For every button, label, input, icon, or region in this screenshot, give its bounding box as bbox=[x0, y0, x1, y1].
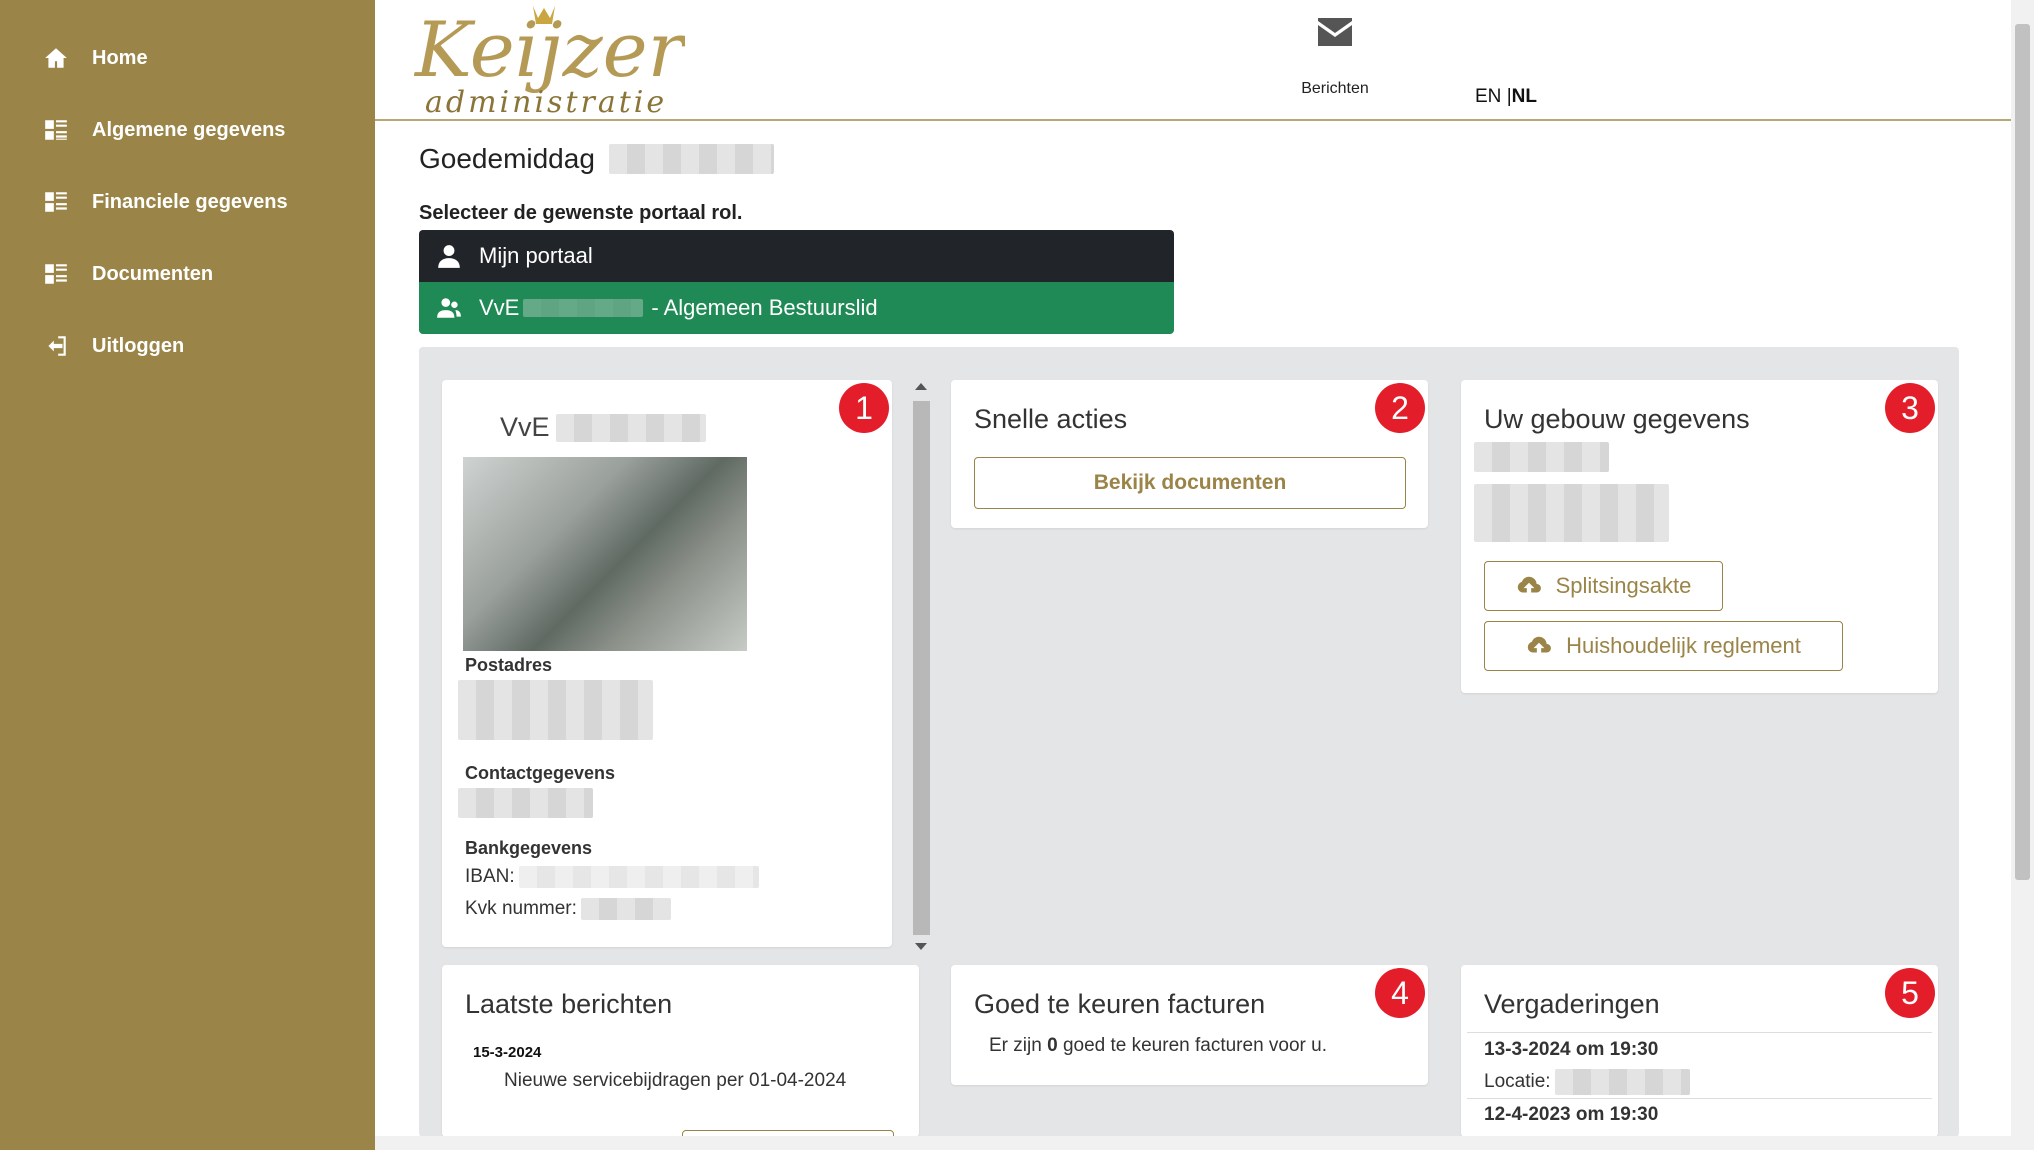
scroll-down-arrow[interactable] bbox=[915, 943, 927, 950]
cloud-download-icon bbox=[1527, 636, 1552, 653]
contact-label: Contactgegevens bbox=[465, 763, 616, 783]
scroll-up-arrow[interactable] bbox=[915, 383, 927, 390]
laatste-berichten-card: Laatste berichten 15-3-2024 Nieuwe servi… bbox=[442, 965, 919, 1137]
user-icon bbox=[419, 243, 479, 269]
logout-icon bbox=[42, 332, 70, 360]
dashboard: 1 VvE Postadres Contactgegevens Bankgege… bbox=[419, 347, 1959, 1137]
sidebar-item-label: Uitloggen bbox=[92, 334, 185, 357]
role-suffix: - Algemeen Bestuurslid bbox=[651, 295, 878, 320]
berichten-title: Laatste berichten bbox=[465, 989, 673, 1019]
redacted-vve-title bbox=[555, 413, 706, 442]
facturen-card: 4 Goed te keuren facturen Er zijn 0 goed… bbox=[951, 965, 1428, 1085]
vergaderingen-card: 5 Vergaderingen 13-3-2024 om 19:30 Locat… bbox=[1461, 965, 1938, 1137]
meeting-datetime[interactable]: 13-3-2024 om 19:30 bbox=[1484, 1039, 1658, 1061]
envelope-icon bbox=[1318, 18, 1352, 46]
kvk-label: Kvk nummer: bbox=[465, 898, 577, 919]
building-photo bbox=[463, 457, 747, 651]
huishoudelijk-reglement-label: Huishoudelijk reglement bbox=[1566, 633, 1801, 658]
page-scroll-thumb[interactable] bbox=[2015, 24, 2030, 880]
postadres-label: Postadres bbox=[465, 655, 553, 675]
messages-button[interactable]: Berichten bbox=[1280, 18, 1390, 98]
messages-label: Berichten bbox=[1301, 80, 1369, 97]
message-subject[interactable]: Nieuwe servicebijdragen per 01-04-2024 bbox=[504, 1065, 874, 1097]
horizontal-scrollbar[interactable] bbox=[375, 1136, 2011, 1150]
sidebar-item-uitloggen[interactable]: Uitloggen bbox=[42, 326, 184, 366]
sidebar-item-label: Documenten bbox=[92, 262, 214, 285]
sidebar-item-documenten[interactable]: Documenten bbox=[42, 254, 213, 294]
splitsingsakte-button[interactable]: Splitsingsakte bbox=[1484, 561, 1723, 611]
sidebar-item-algemene-gegevens[interactable]: Algemene gegevens bbox=[42, 110, 285, 150]
redacted-username bbox=[608, 144, 774, 174]
list-icon bbox=[42, 188, 70, 216]
facturen-text-after: goed te keuren facturen voor u. bbox=[1062, 1035, 1327, 1056]
redacted-contact bbox=[458, 788, 593, 818]
redacted-locatie bbox=[1554, 1069, 1690, 1095]
home-icon bbox=[42, 44, 70, 72]
language-switch: EN |NL bbox=[1475, 86, 1537, 108]
badge-2: 2 bbox=[1375, 383, 1425, 433]
list-icon bbox=[42, 260, 70, 288]
facturen-title: Goed te keuren facturen bbox=[974, 989, 1266, 1019]
vve-title-prefix: VvE bbox=[500, 412, 550, 442]
facturen-count: 0 bbox=[1047, 1035, 1058, 1056]
bekijk-documenten-button[interactable]: Bekijk documenten bbox=[974, 457, 1406, 509]
sidebar-item-label: Financiele gegevens bbox=[92, 190, 288, 213]
snelle-acties-title: Snelle acties bbox=[974, 404, 1128, 434]
badge-1: 1 bbox=[839, 383, 889, 433]
meeting-datetime[interactable]: 12-4-2023 om 19:30 bbox=[1484, 1104, 1658, 1126]
sidebar-item-financiele-gegevens[interactable]: Financiele gegevens bbox=[42, 182, 288, 222]
iban-label: IBAN: bbox=[465, 866, 515, 887]
role-selection-title: Selecteer de gewenste portaal rol. bbox=[419, 202, 743, 224]
bank-label: Bankgegevens bbox=[465, 838, 593, 858]
card-scrollbar[interactable] bbox=[911, 383, 931, 953]
redacted-postadres bbox=[458, 680, 653, 740]
vergaderingen-title: Vergaderingen bbox=[1484, 989, 1660, 1019]
svg-text:administratie: administratie bbox=[425, 85, 667, 120]
kvk-row: Kvk nummer: bbox=[465, 898, 671, 920]
scroll-thumb[interactable] bbox=[913, 401, 930, 935]
gebouw-title: Uw gebouw gegevens bbox=[1484, 404, 1750, 434]
sidebar: Home Algemene gegevens Financiele gegeve… bbox=[0, 0, 375, 1150]
role-vve-bestuurslid[interactable]: VvE - Algemeen Bestuurslid bbox=[419, 282, 1174, 334]
redacted-iban bbox=[518, 866, 759, 888]
badge-4: 4 bbox=[1375, 968, 1425, 1018]
message-date: 15-3-2024 bbox=[473, 1044, 542, 1061]
iban-row: IBAN: bbox=[465, 866, 759, 888]
meeting-location: Locatie: bbox=[1484, 1069, 1690, 1095]
role-prefix: VvE bbox=[479, 295, 520, 320]
page-scrollbar[interactable] bbox=[2011, 0, 2034, 1150]
badge-5: 5 bbox=[1885, 968, 1935, 1018]
top-header: Keijzer administratie Berichten EN |NL bbox=[375, 0, 2011, 121]
vve-card: 1 VvE Postadres Contactgegevens Bankgege… bbox=[442, 380, 892, 947]
list-icon bbox=[42, 116, 70, 144]
lang-en[interactable]: EN bbox=[1475, 86, 1501, 107]
facturen-text: Er zijn 0 goed te keuren facturen voor u… bbox=[989, 1035, 1327, 1057]
lang-nl[interactable]: NL bbox=[1512, 86, 1537, 107]
redacted-gebouw-address bbox=[1474, 484, 1669, 542]
sidebar-item-home[interactable]: Home bbox=[42, 38, 148, 78]
divider bbox=[1467, 1098, 1932, 1099]
cloud-download-icon bbox=[1517, 576, 1541, 593]
vve-title: VvE bbox=[500, 412, 706, 443]
huishoudelijk-reglement-button[interactable]: Huishoudelijk reglement bbox=[1484, 621, 1843, 671]
keijzer-logo[interactable]: Keijzer administratie bbox=[405, 0, 689, 121]
users-icon bbox=[419, 295, 479, 321]
redacted-gebouw-line1 bbox=[1474, 442, 1609, 472]
divider bbox=[1467, 1032, 1932, 1033]
role-mijn-portaal[interactable]: Mijn portaal bbox=[419, 230, 1174, 282]
locatie-label: Locatie: bbox=[1484, 1071, 1551, 1092]
redacted-vve-name bbox=[523, 299, 644, 317]
redacted-kvk bbox=[580, 898, 671, 920]
facturen-text-before: Er zijn bbox=[989, 1035, 1042, 1056]
badge-3: 3 bbox=[1885, 383, 1935, 433]
gebouw-card: 3 Uw gebouw gegevens Splitsingsakte Huis… bbox=[1461, 380, 1938, 693]
snelle-acties-card: 2 Snelle acties Bekijk documenten bbox=[951, 380, 1428, 528]
sidebar-item-label: Algemene gegevens bbox=[92, 118, 286, 141]
sidebar-item-label: Home bbox=[92, 46, 148, 69]
greeting-text: Goedemiddag bbox=[419, 143, 595, 174]
greeting: Goedemiddag bbox=[419, 143, 774, 175]
role-label: Mijn portaal bbox=[479, 243, 593, 268]
splitsingsakte-label: Splitsingsakte bbox=[1555, 573, 1692, 598]
